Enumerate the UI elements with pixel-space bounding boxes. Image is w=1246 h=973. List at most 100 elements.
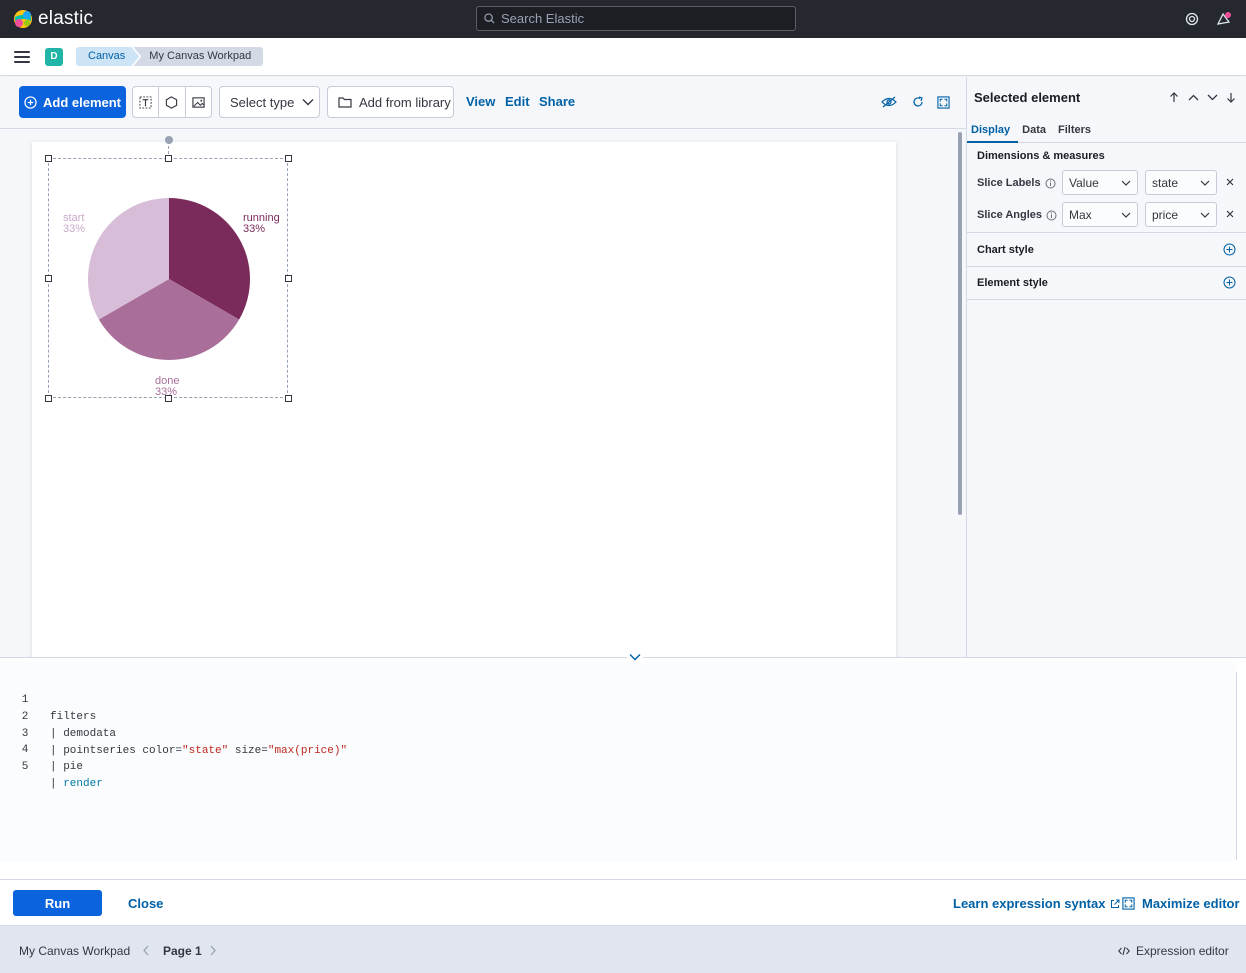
remove-slice-labels-icon[interactable] xyxy=(1225,177,1235,187)
search-icon xyxy=(484,13,495,24)
page-label[interactable]: Page 1 xyxy=(163,944,202,958)
resize-handle-w[interactable] xyxy=(45,275,52,282)
code-text: | render xyxy=(50,776,103,793)
global-search[interactable] xyxy=(476,6,796,31)
editor-scrollbar[interactable] xyxy=(1236,672,1246,860)
code-text: filters xyxy=(50,711,97,723)
slice-labels-field-value: state xyxy=(1152,175,1179,190)
resize-handle-ne[interactable] xyxy=(285,155,292,162)
hide-editing-controls-icon[interactable] xyxy=(881,94,897,110)
tab-display[interactable]: Display xyxy=(967,121,1019,143)
slice-angles-text: Slice Angles xyxy=(977,209,1043,221)
add-from-library-button[interactable]: Add from library xyxy=(327,86,454,118)
resize-handle-sw[interactable] xyxy=(45,395,52,402)
code-token: | xyxy=(50,778,64,790)
plus-circle-icon xyxy=(24,95,37,109)
select-type-button[interactable]: Select type xyxy=(219,86,320,118)
code-line: 2 | demodata xyxy=(0,692,116,740)
slice-labels-label: Slice Labels xyxy=(977,177,1056,189)
info-icon[interactable] xyxy=(1046,210,1057,221)
add-chart-style-icon[interactable] xyxy=(1223,243,1236,256)
element-style-accordion[interactable]: Element style xyxy=(977,277,1048,289)
next-page-icon[interactable] xyxy=(209,945,217,956)
send-to-back-icon[interactable] xyxy=(1225,91,1237,103)
add-element-button[interactable]: Add element xyxy=(19,86,126,118)
slice-angles-field-select[interactable]: price xyxy=(1145,202,1217,227)
refresh-icon[interactable] xyxy=(910,94,926,110)
resize-handle-s[interactable] xyxy=(165,395,172,402)
search-input[interactable] xyxy=(501,11,791,26)
slice-labels-field-select[interactable]: state xyxy=(1145,170,1217,195)
code-editor[interactable]: 1 filters 2 | demodata 3 | pointseries c… xyxy=(0,662,1236,862)
newsfeed-icon[interactable] xyxy=(1215,10,1233,28)
slice-angles-label: Slice Angles xyxy=(977,209,1057,221)
chevron-down-icon xyxy=(1200,212,1210,218)
external-link-icon xyxy=(1111,899,1120,908)
folder-icon xyxy=(338,97,352,108)
brand-name: elastic xyxy=(38,8,94,29)
learn-syntax-link[interactable]: Learn expression syntax xyxy=(953,896,1120,911)
code-text: | pointseries color="state" size="max(pr… xyxy=(50,743,347,760)
workpad-name: My Canvas Workpad xyxy=(19,944,131,958)
code-string: "max(price)" xyxy=(267,745,348,757)
element-sidebar: Selected element Display Data Filters Di… xyxy=(966,77,1246,657)
view-menu-button[interactable]: View xyxy=(466,94,495,109)
resize-handle-e[interactable] xyxy=(285,275,292,282)
add-element-style-icon[interactable] xyxy=(1223,276,1236,289)
elastic-logo-icon xyxy=(14,10,32,28)
sidebar-title: Selected element xyxy=(974,90,1081,105)
code-text: | demodata xyxy=(50,728,117,740)
maximize-icon xyxy=(1122,897,1135,910)
page-bar: My Canvas Workpad Page 1 Expression edit… xyxy=(0,925,1246,973)
rotation-handle[interactable] xyxy=(165,136,173,144)
slice-labels-function-select[interactable]: Value xyxy=(1062,170,1138,195)
close-button[interactable]: Close xyxy=(128,896,163,911)
info-icon[interactable] xyxy=(1045,178,1056,189)
image-icon[interactable] xyxy=(186,87,211,117)
previous-page-icon[interactable] xyxy=(142,945,150,956)
select-type-label: Select type xyxy=(230,94,295,110)
add-from-library-label: Add from library xyxy=(359,94,451,110)
resize-handle-se[interactable] xyxy=(285,395,292,402)
menu-icon[interactable] xyxy=(14,50,30,63)
chart-style-accordion[interactable]: Chart style xyxy=(977,244,1034,256)
tab-filters[interactable]: Filters xyxy=(1054,121,1099,143)
bring-to-front-icon[interactable] xyxy=(1168,91,1180,103)
code-line: 1 filters xyxy=(0,675,97,723)
edit-menu-button[interactable]: Edit xyxy=(505,94,530,109)
expression-editor-label: Expression editor xyxy=(1136,944,1229,958)
breadcrumb-canvas[interactable]: Canvas xyxy=(76,47,139,66)
tab-data[interactable]: Data xyxy=(1018,121,1054,143)
shape-icon[interactable] xyxy=(159,87,186,117)
elastic-logo[interactable]: elastic xyxy=(13,8,93,30)
help-icon[interactable] xyxy=(1183,10,1201,28)
fullscreen-icon[interactable] xyxy=(935,94,951,110)
bring-forward-icon[interactable] xyxy=(1187,91,1199,103)
dimensions-section-title: Dimensions & measures xyxy=(977,150,1105,162)
code-line: 4 | pie xyxy=(0,725,83,773)
code-string: "state" xyxy=(182,745,229,757)
space-avatar[interactable]: D xyxy=(45,47,63,66)
canvas-scrollbar[interactable] xyxy=(958,132,962,515)
pie-chart-element[interactable]: running 33% done 33% start 33% xyxy=(45,136,292,402)
text-icon[interactable] xyxy=(133,87,160,117)
share-menu-button[interactable]: Share xyxy=(539,94,575,109)
remove-slice-angles-icon[interactable] xyxy=(1225,209,1235,219)
code-text: | pie xyxy=(50,761,84,773)
maximize-editor-button[interactable]: Maximize editor xyxy=(1122,896,1240,911)
resize-handle-n[interactable] xyxy=(165,155,172,162)
chevron-down-icon xyxy=(1121,180,1131,186)
section-divider xyxy=(967,232,1246,233)
slice-angles-function-select[interactable]: Max xyxy=(1062,202,1138,227)
chevron-down-icon xyxy=(1121,212,1131,218)
send-backward-icon[interactable] xyxy=(1206,91,1218,103)
code-token: | pointseries color= xyxy=(50,745,183,757)
expression-editor-toggle[interactable]: Expression editor xyxy=(1118,944,1229,958)
run-button[interactable]: Run xyxy=(13,890,102,916)
slice-angles-function-value: Max xyxy=(1069,207,1092,222)
editor-footer: Run Close Learn expression syntax Maximi… xyxy=(0,879,1246,925)
resize-handle-nw[interactable] xyxy=(45,155,52,162)
chevron-down-icon xyxy=(1200,180,1210,186)
section-divider xyxy=(967,266,1246,267)
add-element-label: Add element xyxy=(42,94,121,110)
